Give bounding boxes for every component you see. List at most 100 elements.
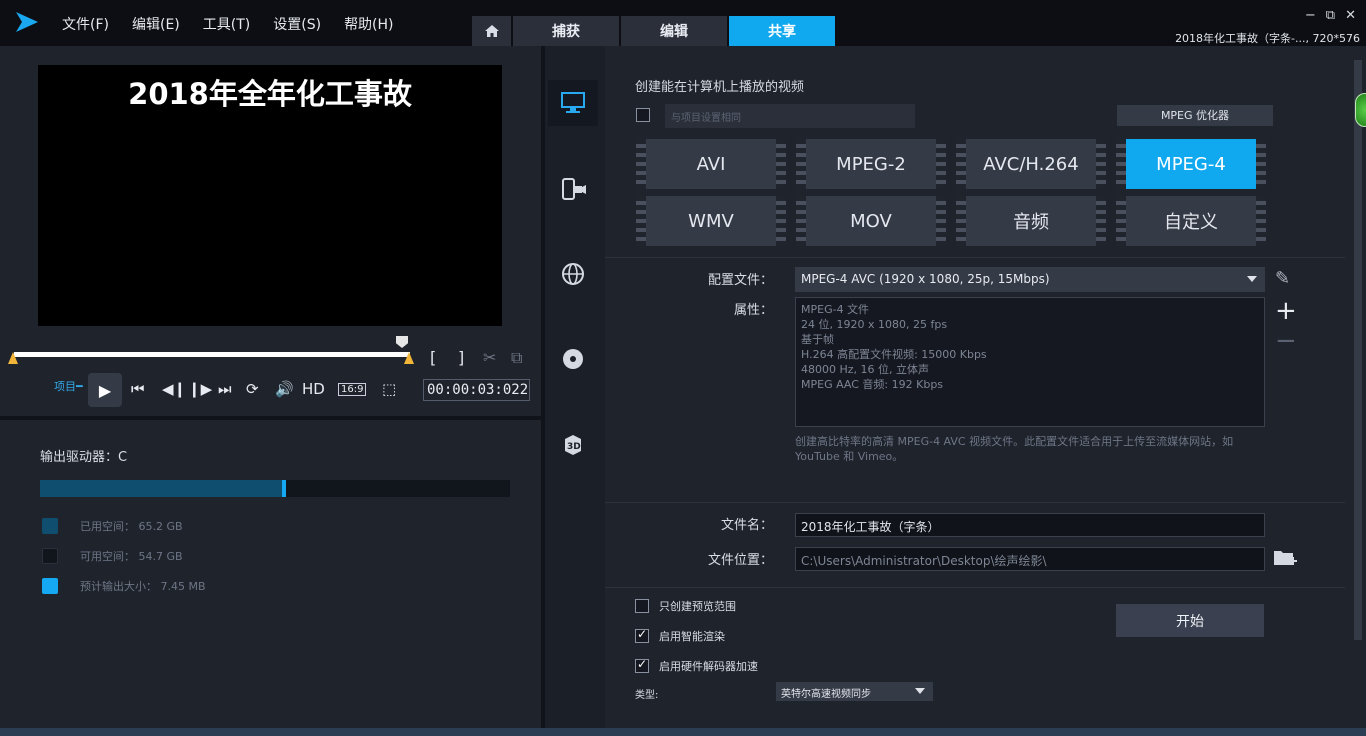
filename-input[interactable]: 2018年化工事故（字条） xyxy=(795,513,1265,537)
go-to-end-icon[interactable]: ⏭ xyxy=(218,380,232,398)
menu-edit[interactable]: 编辑(E) xyxy=(132,14,180,34)
disc-icon[interactable] xyxy=(548,336,598,382)
share-settings: 创建能在计算机上播放的视频 与项目设置相同 MPEG 优化器 AVI MPEG-… xyxy=(605,46,1366,736)
panel-divider xyxy=(0,416,541,420)
playback-controls: 项目━ ▶ ⏮ ◀❙ ❙▶ ⏭ ⟳ 🔊 HD 16:9 ⬚ 00:00:03:0… xyxy=(0,372,541,412)
format-mov[interactable]: MOV xyxy=(796,196,946,246)
menu-file[interactable]: 文件(F) xyxy=(62,14,109,34)
enlarge-icon[interactable]: ⧉ xyxy=(511,348,522,368)
preview-range-checkbox[interactable] xyxy=(635,599,649,613)
start-button[interactable]: 开始 xyxy=(1116,604,1264,637)
section-divider xyxy=(605,257,1345,258)
add-profile-icon[interactable]: + xyxy=(1275,296,1297,326)
mark-out-button[interactable]: ] xyxy=(458,348,464,367)
trim-end-handle[interactable] xyxy=(404,352,414,364)
format-avi[interactable]: AVI xyxy=(636,139,786,189)
preview-title-text: 2018年全年化工事故 xyxy=(128,77,412,111)
disk-output-mark xyxy=(282,480,287,497)
type-label: 类型: xyxy=(635,690,659,701)
section-divider xyxy=(605,502,1345,503)
format-wmv[interactable]: WMV xyxy=(636,196,786,246)
project-mode-label[interactable]: 项目━ xyxy=(54,378,83,394)
svg-text:3D: 3D xyxy=(567,442,581,452)
same-as-project-checkbox[interactable] xyxy=(636,108,650,122)
volume-icon[interactable]: 🔊 xyxy=(275,380,294,398)
format-avc-h264[interactable]: AVC/H.264 xyxy=(956,139,1106,189)
properties-box: MPEG-4 文件 24 位, 1920 x 1080, 25 fps 基于帧 … xyxy=(795,297,1265,427)
type-dropdown[interactable]: 英特尔高速视频同步 xyxy=(776,682,933,701)
menu-help[interactable]: 帮助(H) xyxy=(344,14,393,34)
scrub-bar[interactable] xyxy=(14,352,410,357)
format-mpeg2[interactable]: MPEG-2 xyxy=(796,139,946,189)
profile-label: 配置文件： xyxy=(707,273,773,288)
hw-decoder-checkbox[interactable] xyxy=(635,657,649,673)
trim-start-handle[interactable] xyxy=(8,352,18,364)
profile-description: 创建高比特率的高清 MPEG-4 AVC 视频文件。此配置文件适合用于上传至流媒… xyxy=(795,435,1234,463)
selection-tool-icon[interactable]: ⬚ xyxy=(382,380,396,398)
menu-tools[interactable]: 工具(T) xyxy=(203,14,250,34)
chevron-down-icon xyxy=(915,688,925,694)
close-button[interactable]: ✕ xyxy=(1345,8,1356,23)
edit-pencil-icon[interactable]: ✎ xyxy=(1275,268,1290,289)
timecode-field[interactable]: 00:00:03:022 xyxy=(423,379,530,401)
legend-free: 可用空间： 54.7 GB xyxy=(42,548,183,564)
disk-used-fill xyxy=(40,480,285,497)
menu-settings[interactable]: 设置(S) xyxy=(273,14,321,34)
windows-taskbar xyxy=(0,728,1366,736)
project-info: 2018年化工事故（字条-..., 720*576 xyxy=(1175,32,1360,45)
format-audio[interactable]: 音频 xyxy=(956,196,1106,246)
play-button[interactable]: ▶ xyxy=(88,373,122,407)
scissors-icon[interactable]: ✂ xyxy=(483,348,496,367)
folder-add-icon[interactable] xyxy=(1273,548,1297,574)
go-to-start-icon[interactable]: ⏮ xyxy=(131,380,145,398)
remove-profile-icon[interactable]: − xyxy=(1275,326,1297,356)
playhead[interactable] xyxy=(396,336,408,348)
option-hw-decoder[interactable]: 启用硬件解码器加速 xyxy=(635,657,758,674)
tab-edit[interactable]: 编辑 xyxy=(621,16,727,46)
profile-dropdown[interactable]: MPEG-4 AVC (1920 x 1080, 25p, 15Mbps) xyxy=(795,267,1265,292)
overlay-bubble-icon[interactable] xyxy=(1355,93,1366,127)
web-globe-icon[interactable] xyxy=(548,251,598,297)
preview-window[interactable]: 2018年全年化工事故 xyxy=(38,65,502,326)
next-frame-icon[interactable]: ❙▶ xyxy=(188,380,212,398)
hd-toggle[interactable]: HD xyxy=(302,380,325,398)
workspace-tabs: 捕获 编辑 共享 xyxy=(472,16,837,46)
vertical-scrollbar[interactable] xyxy=(1354,60,1362,640)
disk-usage-bar xyxy=(40,480,510,497)
mpeg-optimizer-button[interactable]: MPEG 优化器 xyxy=(1117,105,1273,126)
chevron-down-icon xyxy=(1247,276,1257,282)
play-icon: ▶ xyxy=(98,380,112,400)
previous-frame-icon[interactable]: ◀❙ xyxy=(162,380,186,398)
share-category-sidebar: 3D xyxy=(545,46,605,736)
window-controls: − ⧉ ✕ xyxy=(1305,8,1356,23)
aspect-ratio-button[interactable]: 16:9 xyxy=(338,383,367,396)
3d-icon[interactable]: 3D xyxy=(548,422,598,468)
restore-button[interactable]: ⧉ xyxy=(1326,8,1335,23)
properties-label: 属性： xyxy=(733,303,773,318)
app-logo-icon xyxy=(16,12,38,32)
share-panel: 3D 创建能在计算机上播放的视频 与项目设置相同 MPEG 优化器 AVI MP… xyxy=(545,46,1366,736)
smart-render-checkbox[interactable] xyxy=(635,627,649,643)
mark-in-button[interactable]: [ xyxy=(430,348,436,367)
device-icon[interactable] xyxy=(548,166,598,212)
minimize-button[interactable]: − xyxy=(1305,8,1316,23)
computer-icon[interactable] xyxy=(548,80,598,126)
same-as-project-select[interactable]: 与项目设置相同 xyxy=(665,104,915,128)
filename-label: 文件名： xyxy=(720,518,773,533)
repeat-icon[interactable]: ⟳ xyxy=(246,380,259,398)
home-tab[interactable] xyxy=(472,16,511,46)
option-preview-range[interactable]: 只创建预览范围 xyxy=(635,598,736,614)
option-smart-render[interactable]: 启用智能渲染 xyxy=(635,627,725,644)
legend-free-swatch xyxy=(42,548,58,564)
legend-used: 已用空间： 65.2 GB xyxy=(42,518,183,534)
section-divider xyxy=(605,587,1345,588)
tab-capture[interactable]: 捕获 xyxy=(513,16,619,46)
format-custom[interactable]: 自定义 xyxy=(1116,196,1266,246)
location-input[interactable]: C:\Users\Administrator\Desktop\绘声绘影\ xyxy=(795,547,1265,571)
format-mpeg4[interactable]: MPEG-4 xyxy=(1116,139,1266,189)
tab-share[interactable]: 共享 xyxy=(729,16,835,46)
share-heading: 创建能在计算机上播放的视频 xyxy=(635,80,805,95)
legend-output-swatch xyxy=(42,578,58,594)
legend-output: 预计输出大小： 7.45 MB xyxy=(42,578,206,594)
title-bar: 文件(F) 编辑(E) 工具(T) 设置(S) 帮助(H) 捕获 编辑 共享 −… xyxy=(0,0,1366,46)
